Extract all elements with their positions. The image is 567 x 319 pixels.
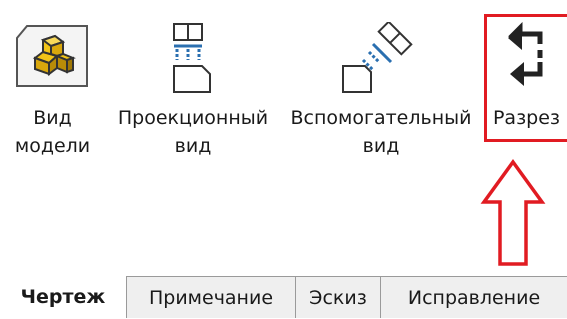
model-view-label-line1: Вид (33, 107, 72, 129)
projected-view-button[interactable]: Проекционный вид (105, 0, 281, 190)
projected-view-label-line2: вид (174, 135, 212, 157)
auxiliary-view-icon (339, 20, 419, 98)
auxiliary-view-button[interactable]: Вспомогательный вид (281, 0, 481, 190)
projected-view-label: Проекционный вид (105, 104, 281, 160)
model-view-icon (13, 22, 91, 94)
projected-view-icon (168, 22, 218, 98)
section-view-highlight (484, 14, 567, 142)
auxiliary-view-label-line1: Вспомогательный (290, 107, 472, 129)
drawing-ribbon-panel: Вид модели Проекционный вид Вспомогатель… (0, 0, 567, 268)
tab-sketch[interactable]: Эскиз (295, 276, 381, 318)
tab-drawing[interactable]: Чертеж (0, 276, 127, 318)
auxiliary-view-label: Вспомогательный вид (281, 104, 481, 160)
tab-annotation[interactable]: Примечание (126, 276, 296, 318)
tab-evaluate[interactable]: Исправление (380, 276, 567, 318)
model-view-label-line2: модели (14, 135, 91, 157)
up-arrow-outline-icon (478, 158, 548, 272)
model-view-button[interactable]: Вид модели (0, 0, 105, 190)
auxiliary-view-label-line2: вид (362, 135, 400, 157)
model-view-label: Вид модели (0, 104, 105, 160)
projected-view-label-line1: Проекционный (117, 107, 269, 129)
